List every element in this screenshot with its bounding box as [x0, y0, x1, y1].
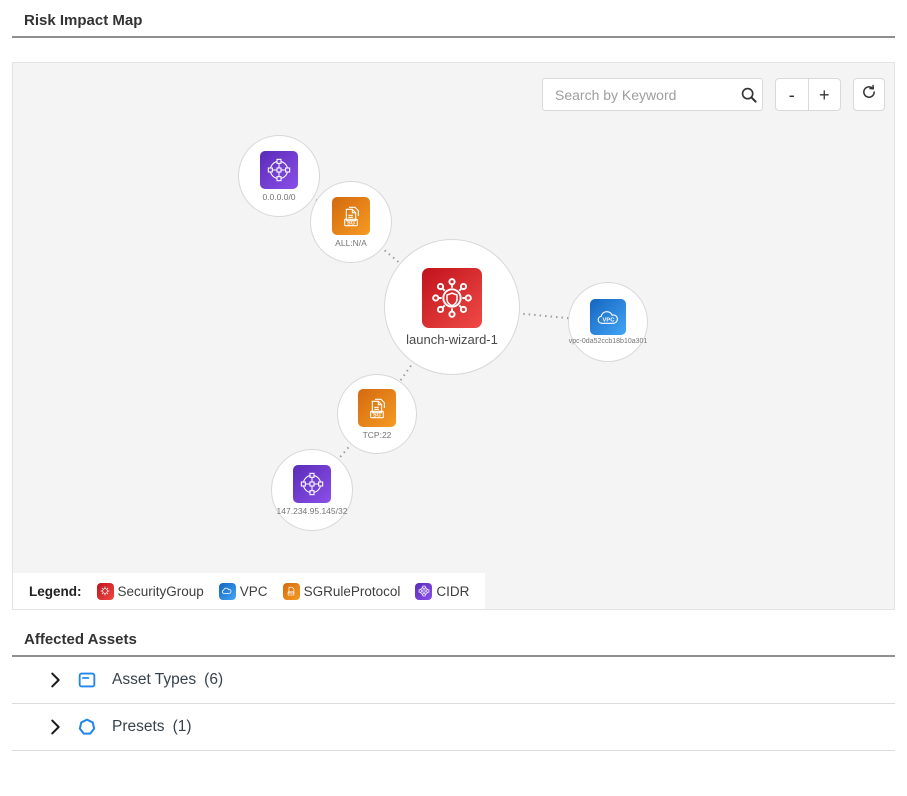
legend-item-vpc: VPC	[219, 583, 268, 600]
cidr-icon	[293, 465, 331, 503]
node-label: TCP:22	[363, 430, 392, 440]
svg-text:VPC: VPC	[602, 317, 615, 323]
graph-node-cidr-any[interactable]: 0.0.0.0/0	[238, 135, 320, 217]
cidr-icon	[260, 151, 298, 189]
graph-node-rule-all[interactable]: SG ALL:N/A	[310, 181, 392, 263]
legend-item-cidr: CIDR	[415, 583, 469, 600]
asset-row-label: Presets	[112, 718, 165, 736]
node-label: launch-wizard-1	[406, 332, 498, 347]
node-label: ALL:N/A	[335, 238, 367, 248]
svg-text:SG: SG	[373, 412, 381, 418]
map-legend: Legend: SecurityGroup VPC	[13, 573, 485, 609]
zoom-controls: - +	[775, 78, 841, 111]
legend-title: Legend:	[29, 584, 82, 599]
graph-node-rule-tcp22[interactable]: SG TCP:22	[337, 374, 417, 454]
graph-node-vpc[interactable]: VPC vpc-0da52ccb18b10a301	[568, 282, 648, 362]
legend-label: CIDR	[436, 584, 469, 599]
sg-rule-protocol-icon: SG	[358, 389, 396, 427]
graph-node-launch-wizard-1[interactable]: launch-wizard-1	[384, 239, 520, 375]
asset-row-asset-types[interactable]: Asset Types (6)	[12, 657, 895, 704]
search-input[interactable]	[543, 87, 736, 103]
security-group-icon	[422, 268, 482, 328]
graph-node-cidr-host[interactable]: 147.234.95.145/32	[271, 449, 353, 531]
asset-row-label: Asset Types	[112, 671, 196, 689]
cidr-icon	[415, 583, 432, 600]
asset-row-presets[interactable]: Presets (1)	[12, 704, 895, 751]
chevron-right-icon[interactable]	[44, 716, 66, 738]
zoom-in-button[interactable]: +	[809, 79, 841, 110]
presets-icon	[76, 716, 98, 738]
chevron-right-icon[interactable]	[44, 669, 66, 691]
legend-label: SGRuleProtocol	[304, 584, 401, 599]
asset-types-icon	[76, 669, 98, 691]
risk-impact-map-canvas[interactable]: - + 0.0.0.0/0	[12, 62, 895, 610]
security-group-icon	[97, 583, 114, 600]
svg-text:SG: SG	[347, 220, 355, 226]
vpc-icon	[219, 583, 236, 600]
sg-rule-protocol-icon	[283, 583, 300, 600]
search-icon[interactable]	[736, 85, 762, 105]
legend-item-sgruleprotocol: SGRuleProtocol	[283, 583, 401, 600]
page-title: Risk Impact Map	[24, 12, 883, 29]
sg-rule-protocol-icon: SG	[332, 197, 370, 235]
node-label: 0.0.0.0/0	[262, 192, 295, 202]
zoom-out-button[interactable]: -	[776, 79, 808, 110]
vpc-icon: VPC	[590, 299, 626, 335]
legend-label: VPC	[240, 584, 268, 599]
node-label: vpc-0da52ccb18b10a301	[569, 338, 648, 345]
refresh-icon	[860, 83, 878, 106]
asset-row-count: (1)	[173, 718, 192, 736]
refresh-button[interactable]	[853, 78, 885, 111]
asset-row-count: (6)	[204, 671, 223, 689]
legend-item-securitygroup: SecurityGroup	[97, 583, 204, 600]
affected-assets-title: Affected Assets	[24, 631, 883, 648]
search-box	[542, 78, 763, 111]
legend-label: SecurityGroup	[118, 584, 204, 599]
node-label: 147.234.95.145/32	[277, 506, 348, 516]
title-divider	[12, 36, 895, 38]
